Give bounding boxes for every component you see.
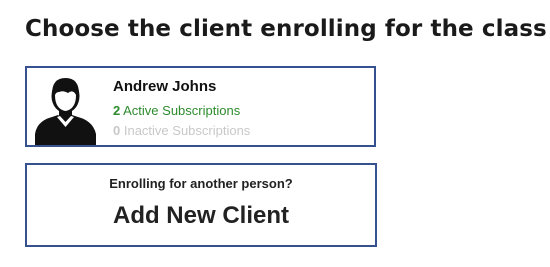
client-name: Andrew Johns — [113, 78, 217, 95]
client-card-andrew-johns[interactable]: Andrew Johns 2 Active Subscriptions 0 In… — [25, 66, 376, 147]
active-subscriptions-label: Active Subscriptions — [123, 103, 241, 118]
user-silhouette-icon — [33, 74, 98, 145]
active-subscriptions: 2 Active Subscriptions — [113, 103, 240, 118]
active-subscriptions-count: 2 — [113, 103, 121, 118]
inactive-subscriptions: 0 Inactive Subscriptions — [113, 123, 250, 138]
inactive-subscriptions-count: 0 — [113, 123, 121, 138]
add-client-prompt: Enrolling for another person? — [109, 176, 293, 191]
inactive-subscriptions-label: Inactive Subscriptions — [123, 123, 251, 138]
add-client-label: Add New Client — [112, 202, 289, 229]
add-new-client-button[interactable]: Enrolling for another person? Add New Cl… — [25, 163, 377, 247]
page-title: Choose the client enrolling for the clas… — [25, 16, 547, 42]
